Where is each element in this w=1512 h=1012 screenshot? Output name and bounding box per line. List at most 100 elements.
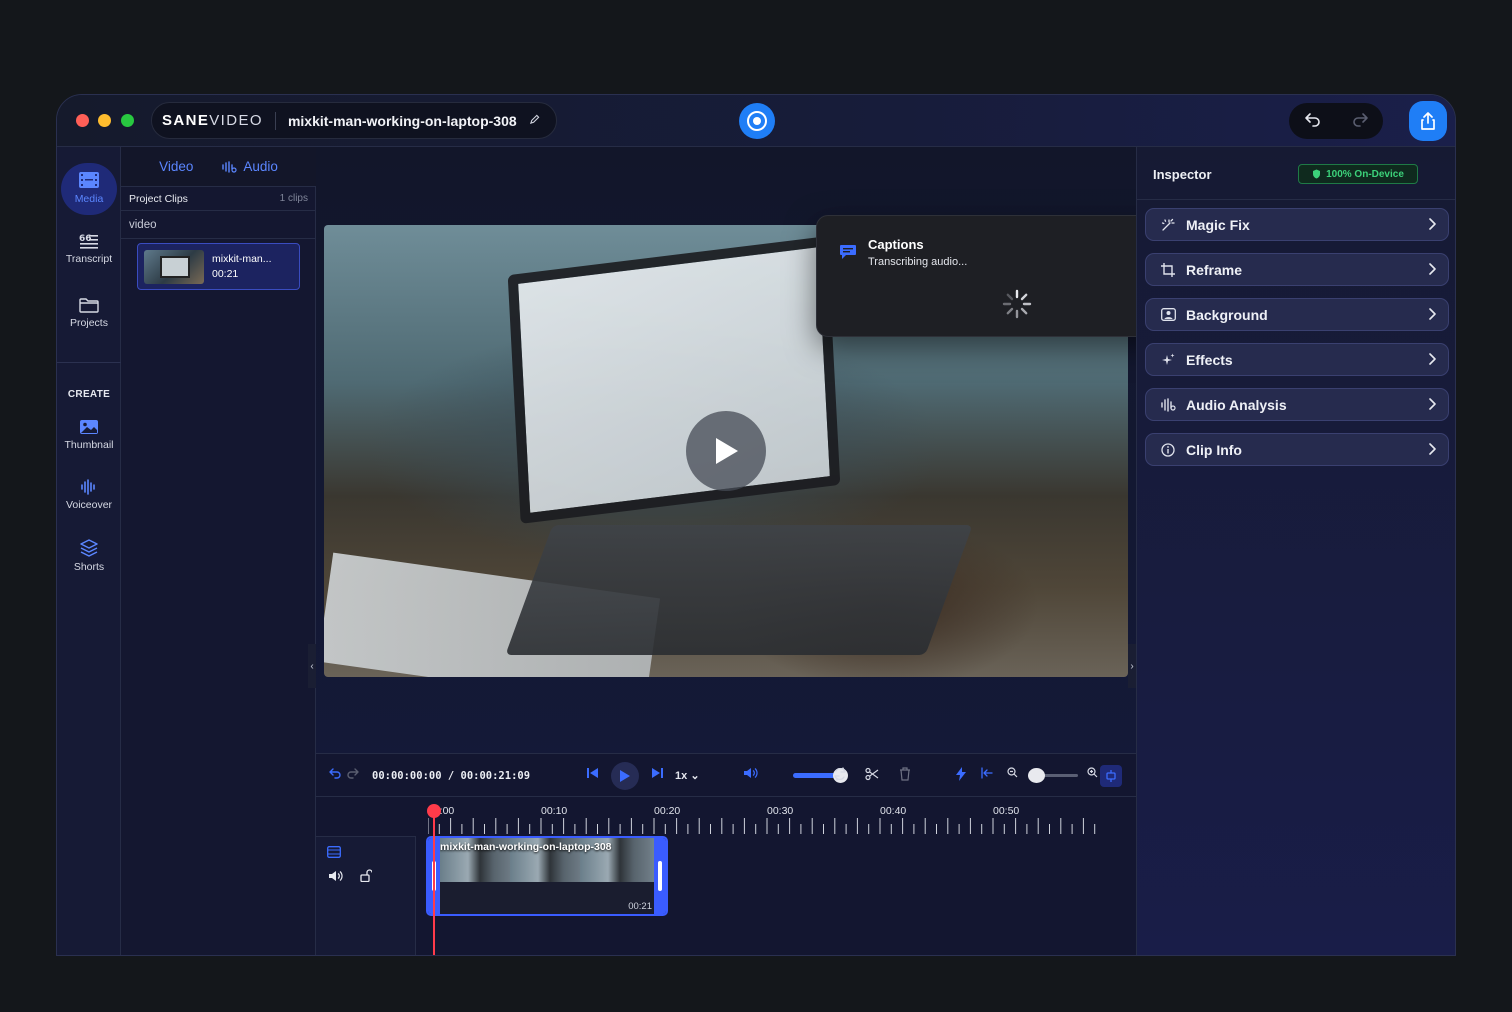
crop-icon <box>1160 262 1176 278</box>
clip-duration: 00:21 <box>212 268 239 280</box>
undo-icon[interactable] <box>1304 111 1322 132</box>
zoom-slider-knob[interactable] <box>1027 768 1045 783</box>
track-mute-icon[interactable] <box>328 869 344 887</box>
zoom-in-icon[interactable] <box>1087 767 1098 781</box>
speaker-icon[interactable] <box>743 767 761 782</box>
minimize-window-button[interactable] <box>98 114 111 127</box>
media-clip-card[interactable]: mixkit-man... 00:21 <box>137 243 300 290</box>
divider <box>1137 199 1455 200</box>
info-icon <box>1160 442 1176 458</box>
nav-media[interactable]: Media <box>61 163 117 215</box>
record-button[interactable] <box>739 103 775 139</box>
nav-thumbnail-label: Thumbnail <box>64 439 114 451</box>
title-bar: SANEVIDEO mixkit-man-working-on-laptop-3… <box>57 95 1455 147</box>
transcript-icon: 66 <box>79 234 98 249</box>
zoom-window-button[interactable] <box>121 114 134 127</box>
play-overlay-button[interactable] <box>686 411 766 491</box>
media-panel: Video Audio Project Clips 1 clips video … <box>121 147 316 955</box>
chevron-right-icon <box>1428 262 1436 278</box>
skip-forward-icon[interactable] <box>649 767 665 782</box>
record-icon <box>747 111 767 131</box>
nav-shorts[interactable]: Shorts <box>57 539 121 573</box>
playback-speed-select[interactable]: 1x ⌄ <box>675 769 700 782</box>
play-icon <box>716 438 738 464</box>
inspector-row-reframe[interactable]: Reframe <box>1145 253 1449 286</box>
loop-icon[interactable] <box>833 767 847 784</box>
close-window-button[interactable] <box>76 114 89 127</box>
play-icon <box>620 770 630 782</box>
preview-laptop-base <box>505 525 973 655</box>
nav-media-label: Media <box>74 193 104 205</box>
transport-controls: 00:00:00:00 / 00:00:21:09 1x ⌄ <box>316 754 1136 797</box>
timecode-display: 00:00:00:00 / 00:00:21:09 <box>372 770 531 782</box>
pencil-icon[interactable] <box>529 114 540 128</box>
inspector-row-audio-analysis[interactable]: Audio Analysis <box>1145 388 1449 421</box>
nav-thumbnail[interactable]: Thumbnail <box>57 419 121 451</box>
share-button[interactable] <box>1409 101 1447 141</box>
toast-subtitle: Transcribing audio... <box>868 256 968 268</box>
inspector-row-effects[interactable]: Effects <box>1145 343 1449 376</box>
tab-video[interactable]: Video <box>159 159 193 174</box>
inspector-row-background[interactable]: Background <box>1145 298 1449 331</box>
nav-shorts-label: Shorts <box>73 561 105 573</box>
sparkle-icon <box>1160 352 1176 368</box>
lightning-icon[interactable] <box>956 767 966 784</box>
nav-transcript[interactable]: 66 Transcript <box>57 233 121 265</box>
left-navigation: Media 66 Transcript Projects CREATE Thum… <box>57 147 121 955</box>
film-icon <box>79 172 99 188</box>
collapse-left-button[interactable]: ‹ <box>308 644 316 688</box>
toast-title: Captions <box>868 237 924 252</box>
tab-audio[interactable]: Audio <box>221 159 278 174</box>
nav-projects[interactable]: Projects <box>57 297 121 329</box>
portrait-icon <box>1160 307 1176 323</box>
shield-icon <box>1313 169 1321 179</box>
unlock-icon[interactable] <box>360 869 373 887</box>
chevron-right-icon <box>1428 352 1436 368</box>
chevron-right-icon: › <box>1130 660 1134 672</box>
chevron-right-icon <box>1428 307 1436 323</box>
project-name[interactable]: mixkit-man-working-on-laptop-308 <box>288 113 517 129</box>
layers-icon <box>80 539 98 557</box>
inspector-row-clip-info[interactable]: Clip Info <box>1145 433 1449 466</box>
inspector-title: Inspector <box>1153 167 1212 182</box>
redo-icon[interactable] <box>1351 111 1369 132</box>
fit-timeline-button[interactable] <box>1100 765 1122 787</box>
collapse-right-button[interactable]: › <box>1128 644 1136 688</box>
nav-voiceover-label: Voiceover <box>65 499 113 511</box>
timeline-undo-icon[interactable] <box>328 767 342 782</box>
nav-voiceover[interactable]: Voiceover <box>57 479 121 511</box>
playhead[interactable] <box>433 812 435 955</box>
app-window: SANEVIDEO mixkit-man-working-on-laptop-3… <box>56 94 1456 956</box>
play-button[interactable] <box>611 762 639 790</box>
folder-icon <box>79 298 99 313</box>
scissors-icon[interactable] <box>865 767 879 784</box>
chat-bubble-icon <box>839 244 857 265</box>
chevron-down-icon: ⌄ <box>690 770 700 782</box>
timeline-clip-duration: 00:21 <box>628 901 652 912</box>
create-heading: CREATE <box>67 389 111 400</box>
time-ruler[interactable] <box>428 816 1104 834</box>
divider <box>121 238 316 239</box>
trim-handle-right[interactable] <box>654 838 666 914</box>
timeline-clip[interactable]: mixkit-man-working-on-laptop-308 00:21 <box>426 836 668 916</box>
preview-stage: ‹ › Captions Transcribing audio... ✕ <box>308 147 1216 753</box>
trash-icon[interactable] <box>899 767 911 784</box>
on-device-badge: 100% On-Device <box>1298 164 1418 184</box>
timeline-redo-icon[interactable] <box>346 767 360 782</box>
chevron-left-icon: ‹ <box>310 660 314 672</box>
inspector-panel: Inspector 100% On-Device Magic Fix Refra… <box>1136 147 1455 955</box>
undo-redo-group <box>1289 103 1383 139</box>
track-header <box>316 836 416 955</box>
jump-to-start-icon[interactable] <box>981 767 993 782</box>
skip-back-icon[interactable] <box>585 767 601 782</box>
chevron-right-icon <box>1428 442 1436 458</box>
playhead-handle[interactable] <box>427 804 441 818</box>
loading-spinner-icon <box>1002 289 1032 319</box>
zoom-out-icon[interactable] <box>1007 767 1018 781</box>
chevron-right-icon <box>1428 217 1436 233</box>
media-tabs: Video Audio <box>121 147 316 187</box>
waveform-icon <box>222 160 237 173</box>
clip-thumbnail <box>144 250 204 284</box>
group-label: video <box>129 219 157 231</box>
inspector-row-magic-fix[interactable]: Magic Fix <box>1145 208 1449 241</box>
